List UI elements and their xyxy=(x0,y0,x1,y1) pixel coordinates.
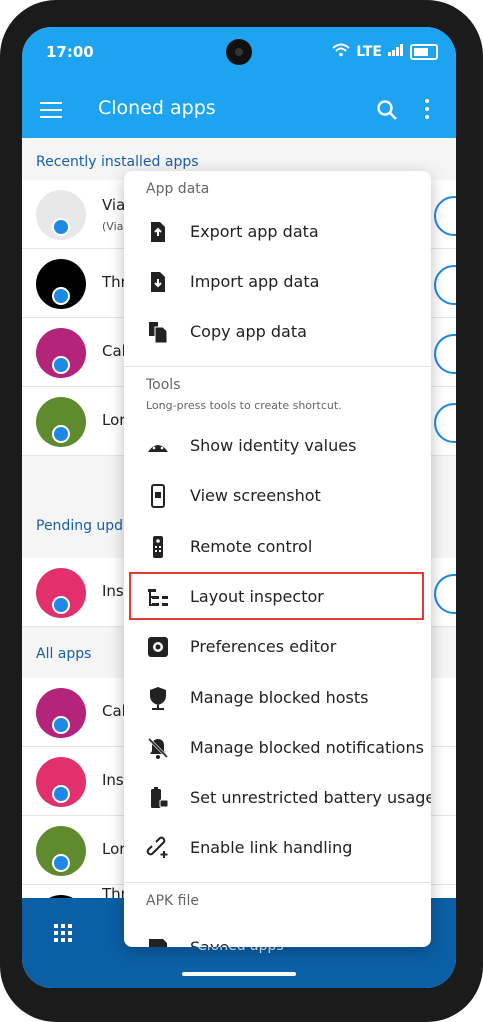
menu-label: Show identity values xyxy=(190,436,357,455)
search-icon[interactable] xyxy=(376,99,398,121)
app-label: Lor xyxy=(102,840,126,858)
camera-cutout xyxy=(226,39,252,65)
menu-item-copy[interactable]: Copy app data xyxy=(124,307,431,357)
section-all: All apps xyxy=(36,646,92,662)
app-label: Lor xyxy=(102,411,126,429)
menu-item-preferences[interactable]: Preferences editor xyxy=(124,622,431,672)
clone-badge-icon xyxy=(52,287,70,305)
save-icon xyxy=(146,936,170,947)
menu-section-app-data: App data xyxy=(146,181,210,197)
status-time: 17:00 xyxy=(46,43,94,61)
status-icons: LTE xyxy=(332,43,438,61)
network-label: LTE xyxy=(356,44,382,60)
shield-network-icon xyxy=(146,686,170,710)
wifi-icon xyxy=(332,43,350,61)
menu-section-apk: APK file xyxy=(146,893,199,909)
clone-badge-icon xyxy=(52,356,70,374)
menu-label: Remote control xyxy=(190,537,313,556)
notifications-off-icon xyxy=(146,736,170,760)
app-sub: (Via xyxy=(102,220,124,233)
app-label: Ins xyxy=(102,771,124,789)
app-bar: Cloned apps xyxy=(22,81,456,138)
menu-label: View screenshot xyxy=(190,486,321,505)
menu-tools-hint: Long-press tools to create shortcut. xyxy=(146,399,342,412)
battery-lock-icon xyxy=(146,786,170,810)
menu-divider xyxy=(124,882,431,883)
home-indicator[interactable] xyxy=(182,972,296,976)
battery-icon xyxy=(410,44,438,60)
page-title: Cloned apps xyxy=(98,97,216,119)
clone-badge-icon xyxy=(52,425,70,443)
menu-item-battery[interactable]: Set unrestricted battery usage xyxy=(124,773,431,823)
app-label: Ins xyxy=(102,582,124,600)
hamburger-menu-icon[interactable] xyxy=(40,102,62,118)
menu-label: Preferences editor xyxy=(190,637,337,656)
import-file-icon xyxy=(146,270,170,294)
app-label: Cal xyxy=(102,702,126,720)
clone-badge-icon xyxy=(52,596,70,614)
app-label: Via xyxy=(102,196,126,214)
menu-label: Import app data xyxy=(190,272,320,291)
menu-item-save[interactable]: Save xyxy=(124,923,431,947)
action-button[interactable] xyxy=(434,196,456,236)
action-button[interactable] xyxy=(434,403,456,443)
settings-gear-icon xyxy=(146,635,170,659)
phone-screenshot-icon xyxy=(146,484,170,508)
menu-label: Manage blocked hosts xyxy=(190,688,369,707)
menu-label: Enable link handling xyxy=(190,838,353,857)
menu-item-screenshot[interactable]: View screenshot xyxy=(124,471,431,521)
clone-badge-icon xyxy=(52,854,70,872)
clone-badge-icon xyxy=(52,218,70,236)
menu-label: Save xyxy=(190,938,229,947)
menu-item-export[interactable]: Export app data xyxy=(124,207,431,257)
menu-label: Manage blocked notifications xyxy=(190,738,424,757)
clone-badge-icon xyxy=(52,716,70,734)
section-pending: Pending upda xyxy=(36,518,132,534)
context-menu: App data Export app data Import app data… xyxy=(124,171,431,947)
menu-section-tools: Tools xyxy=(146,377,181,393)
action-button[interactable] xyxy=(434,574,456,614)
clone-badge-icon xyxy=(52,785,70,803)
menu-divider xyxy=(124,366,431,367)
menu-label: Copy app data xyxy=(190,322,307,341)
action-button[interactable] xyxy=(434,265,456,305)
add-link-icon xyxy=(146,836,170,860)
android-icon xyxy=(146,434,170,458)
app-label: Cal xyxy=(102,342,126,360)
menu-label: Export app data xyxy=(190,222,319,241)
more-options-icon[interactable] xyxy=(424,99,430,121)
export-file-icon xyxy=(146,220,170,244)
apps-grid-icon[interactable] xyxy=(54,924,72,942)
menu-item-remote[interactable]: Remote control xyxy=(124,522,431,572)
highlight-box xyxy=(129,572,424,620)
action-button[interactable] xyxy=(434,334,456,374)
menu-item-import[interactable]: Import app data xyxy=(124,257,431,307)
copy-file-icon xyxy=(146,320,170,344)
status-bar: 17:00 LTE xyxy=(22,27,456,81)
section-recent: Recently installed apps xyxy=(36,154,199,170)
menu-item-identity[interactable]: Show identity values xyxy=(124,421,431,471)
signal-icon xyxy=(388,44,404,60)
menu-label: Set unrestricted battery usage xyxy=(190,788,431,807)
menu-item-blocked-hosts[interactable]: Manage blocked hosts xyxy=(124,673,431,723)
menu-item-blocked-notifications[interactable]: Manage blocked notifications xyxy=(124,723,431,773)
menu-item-link-handling[interactable]: Enable link handling xyxy=(124,823,431,873)
remote-control-icon xyxy=(146,535,170,559)
